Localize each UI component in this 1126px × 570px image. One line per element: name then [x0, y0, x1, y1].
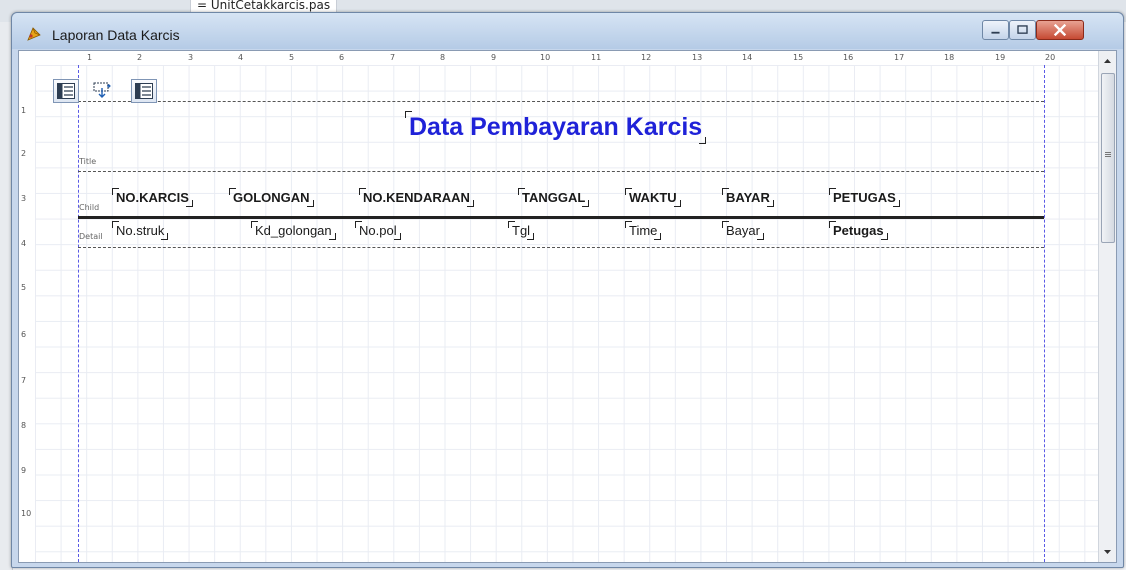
- scroll-down-icon[interactable]: [1099, 544, 1116, 560]
- ruler-mark: 1: [21, 106, 27, 115]
- report-title-label[interactable]: Data Pembayaran Karcis: [405, 111, 707, 144]
- ruler-mark: 10: [540, 53, 551, 62]
- report-designer-window: Laporan Data Karcis 1 2 3 4 5 6 7 8 9 10…: [11, 12, 1124, 568]
- header-no-kendaraan[interactable]: NO.KENDARAAN: [359, 188, 474, 207]
- child-band-bottom: [78, 216, 1044, 219]
- maximize-button[interactable]: [1009, 20, 1036, 40]
- field-kd-golongan[interactable]: Kd_golongan: [251, 221, 336, 240]
- field-bayar[interactable]: Bayar: [722, 221, 764, 240]
- ruler-mark: 7: [390, 53, 396, 62]
- header-bayar[interactable]: BAYAR: [722, 188, 774, 207]
- minimize-icon: [991, 31, 1000, 34]
- ruler-mark: 13: [692, 53, 703, 62]
- band-icon[interactable]: [131, 79, 157, 103]
- ruler-mark: 8: [21, 421, 27, 430]
- scroll-up-icon[interactable]: [1099, 53, 1116, 69]
- close-button[interactable]: [1036, 20, 1084, 40]
- band-icon: [135, 83, 153, 99]
- delphi-app-icon: [27, 27, 41, 41]
- field-no-pol[interactable]: No.pol: [355, 221, 401, 240]
- header-no-karcis[interactable]: NO.KARCIS: [112, 188, 193, 207]
- ruler-mark: 8: [440, 53, 446, 62]
- detail-band-bottom: [78, 247, 1044, 248]
- ruler-mark: 1: [87, 53, 93, 62]
- ruler-mark: 14: [742, 53, 753, 62]
- detail-band-label: Detail: [79, 232, 103, 241]
- band-icon: [57, 83, 75, 99]
- scroll-grip-icon: [1105, 152, 1111, 153]
- ruler-mark: 17: [894, 53, 905, 62]
- left-ruler: 1 2 3 4 5 6 7 8 9 10: [19, 51, 33, 562]
- ruler-mark: 3: [21, 194, 27, 203]
- ruler-mark: 4: [21, 239, 27, 248]
- header-petugas[interactable]: PETUGAS: [829, 188, 900, 207]
- ruler-mark: 9: [491, 53, 497, 62]
- ruler-mark: 19: [995, 53, 1006, 62]
- vertical-scrollbar[interactable]: [1098, 51, 1116, 562]
- field-tgl[interactable]: Tgl: [508, 221, 535, 240]
- window-title: Laporan Data Karcis: [52, 27, 180, 43]
- title-band-bottom: [78, 171, 1044, 172]
- ruler-mark: 7: [21, 376, 27, 385]
- close-icon: [1053, 23, 1067, 37]
- ruler-mark: 18: [944, 53, 955, 62]
- align-icon[interactable]: [90, 79, 116, 103]
- ruler-mark: 11: [591, 53, 602, 62]
- header-tanggal[interactable]: TANGGAL: [518, 188, 590, 207]
- field-no-struk[interactable]: No.struk: [112, 221, 169, 240]
- ruler-mark: 15: [793, 53, 804, 62]
- ruler-mark: 10: [21, 509, 32, 518]
- ruler-mark: 5: [21, 283, 27, 292]
- page-top-margin-line: [78, 101, 1044, 102]
- tab-marker: =: [197, 0, 208, 12]
- ruler-mark: 16: [843, 53, 854, 62]
- right-margin-line: [1044, 65, 1045, 562]
- band-icon[interactable]: [53, 79, 79, 103]
- ruler-mark: 3: [188, 53, 194, 62]
- ruler-mark: 2: [21, 149, 27, 158]
- file-tab-label: UnitCetakkarcis.pas: [210, 0, 331, 12]
- top-ruler: 1 2 3 4 5 6 7 8 9 10 11 12 13 14 15 16 1…: [19, 51, 1099, 65]
- ruler-mark: 6: [339, 53, 345, 62]
- ruler-mark: 6: [21, 330, 27, 339]
- ruler-mark: 4: [238, 53, 244, 62]
- field-time[interactable]: Time: [625, 221, 662, 240]
- maximize-icon: [1017, 25, 1028, 34]
- ruler-mark: 9: [21, 466, 27, 475]
- report-design-surface[interactable]: 1 2 3 4 5 6 7 8 9 10 11 12 13 14 15 16 1…: [18, 50, 1117, 563]
- minimize-button[interactable]: [982, 20, 1009, 40]
- ruler-mark: 5: [289, 53, 295, 62]
- ruler-mark: 20: [1045, 53, 1056, 62]
- title-band-label: Title: [79, 157, 97, 166]
- ruler-mark: 2: [137, 53, 143, 62]
- ruler-mark: 12: [641, 53, 652, 62]
- align-icon: [93, 82, 111, 98]
- header-waktu[interactable]: WAKTU: [625, 188, 681, 207]
- title-bar[interactable]: Laporan Data Karcis: [12, 13, 1123, 49]
- left-margin-line: [78, 65, 79, 562]
- scroll-thumb[interactable]: [1101, 73, 1115, 243]
- header-golongan[interactable]: GOLONGAN: [229, 188, 314, 207]
- field-petugas[interactable]: Petugas: [829, 221, 888, 240]
- child-band-label: Child: [79, 203, 100, 212]
